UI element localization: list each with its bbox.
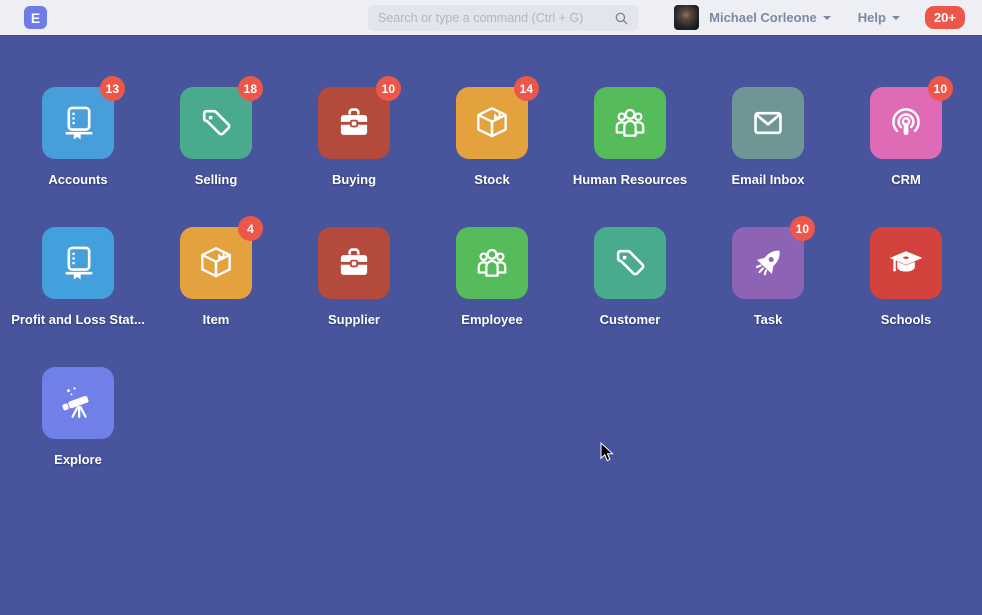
module-tile[interactable] (870, 227, 942, 299)
module-label: Selling (195, 172, 238, 187)
module-label: Supplier (328, 312, 380, 327)
user-menu[interactable]: Michael Corleone (709, 10, 817, 25)
book-icon (57, 242, 99, 284)
notification-count-badge: 13 (100, 76, 125, 101)
module-label: Buying (332, 172, 376, 187)
module-tile[interactable]: 14 (456, 87, 528, 159)
module-tile[interactable]: 10 (870, 87, 942, 159)
module-employee[interactable]: Employee (423, 227, 561, 367)
module-tile[interactable]: 13 (42, 87, 114, 159)
module-tile[interactable]: 18 (180, 87, 252, 159)
module-task[interactable]: 10 Task (699, 227, 837, 367)
module-human-resources[interactable]: Human Resources (561, 87, 699, 227)
module-buying[interactable]: 10 Buying (285, 87, 423, 227)
search-input[interactable] (368, 11, 614, 25)
notification-count-badge: 4 (238, 216, 263, 241)
module-email-inbox[interactable]: Email Inbox (699, 87, 837, 227)
module-label: CRM (891, 172, 921, 187)
help-menu[interactable]: Help (858, 10, 886, 25)
module-item[interactable]: 4 Item (147, 227, 285, 367)
briefcase-icon (333, 102, 375, 144)
notification-count-badge: 14 (514, 76, 539, 101)
navbar-right-group: Michael Corleone Help 20+ (674, 0, 965, 35)
tag-icon (609, 242, 651, 284)
module-label: Task (754, 312, 783, 327)
module-tile[interactable]: 10 (732, 227, 804, 299)
module-crm[interactable]: 10 CRM (837, 87, 975, 227)
module-label: Customer (600, 312, 661, 327)
notification-count-badge: 10 (928, 76, 953, 101)
module-tile[interactable] (42, 227, 114, 299)
module-accounts[interactable]: 13 Accounts (9, 87, 147, 227)
top-navbar: E Michael Corleone Help 20+ (0, 0, 982, 36)
search-icon (614, 11, 629, 26)
module-tile[interactable] (732, 87, 804, 159)
module-label: Employee (461, 312, 522, 327)
notification-count-badge: 10 (790, 216, 815, 241)
module-schools[interactable]: Schools (837, 227, 975, 367)
module-tile[interactable]: 4 (180, 227, 252, 299)
module-label: Stock (474, 172, 509, 187)
module-label: Human Resources (573, 172, 687, 187)
briefcase-icon (333, 242, 375, 284)
module-grid: 13 Accounts 18 Selling 10 Buying 14 Stock Human … (9, 87, 975, 507)
module-label: Accounts (48, 172, 107, 187)
people-icon (609, 102, 651, 144)
box-icon (471, 102, 513, 144)
module-label: Schools (881, 312, 932, 327)
box-icon (195, 242, 237, 284)
module-supplier[interactable]: Supplier (285, 227, 423, 367)
module-label: Explore (54, 452, 102, 467)
module-tile[interactable] (594, 227, 666, 299)
module-tile[interactable]: 10 (318, 87, 390, 159)
people-icon (471, 242, 513, 284)
module-label: Profit and Loss Stat... (11, 312, 145, 327)
module-customer[interactable]: Customer (561, 227, 699, 367)
book-icon (57, 102, 99, 144)
module-tile[interactable] (42, 367, 114, 439)
envelope-icon (747, 102, 789, 144)
user-avatar[interactable] (674, 5, 699, 30)
module-label: Email Inbox (732, 172, 805, 187)
telescope-icon (57, 382, 99, 424)
app-logo[interactable]: E (24, 6, 47, 29)
notification-count-badge: 10 (376, 76, 401, 101)
module-tile[interactable] (456, 227, 528, 299)
module-label: Item (203, 312, 230, 327)
graduation-cap-icon (885, 242, 927, 284)
module-tile[interactable] (594, 87, 666, 159)
notifications-badge[interactable]: 20+ (925, 6, 965, 29)
rocket-icon (747, 242, 789, 284)
module-stock[interactable]: 14 Stock (423, 87, 561, 227)
module-selling[interactable]: 18 Selling (147, 87, 285, 227)
module-explore[interactable]: Explore (9, 367, 147, 507)
podcast-person-icon (885, 102, 927, 144)
tag-icon (195, 102, 237, 144)
chevron-down-icon (892, 16, 900, 20)
chevron-down-icon (823, 16, 831, 20)
notification-count-badge: 18 (238, 76, 263, 101)
module-profit-and-loss-stat[interactable]: Profit and Loss Stat... (9, 227, 147, 367)
global-search-bar[interactable] (368, 5, 638, 31)
module-tile[interactable] (318, 227, 390, 299)
